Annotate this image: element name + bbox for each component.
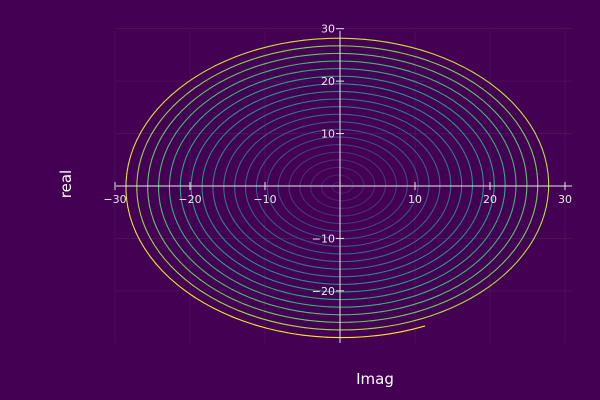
spiral-segment (136, 189, 138, 199)
spiral-segment (351, 336, 366, 338)
spiral-segment (352, 237, 358, 239)
spiral-segment (438, 175, 441, 181)
spiral-segment (349, 121, 357, 124)
y-tick-label: 20 (321, 75, 335, 88)
spiral-segment (316, 91, 326, 94)
spiral-segment (321, 259, 329, 262)
spiral-segment (317, 320, 330, 323)
spiral-segment (322, 252, 330, 254)
spiral-segment (356, 236, 362, 239)
spiral-segment (147, 173, 150, 183)
spiral-segment (353, 99, 362, 102)
spiral-segment (353, 129, 359, 132)
plot-background (0, 0, 600, 400)
spiral-segment (349, 313, 362, 316)
spiral-segment (350, 45, 364, 48)
spiral-segment (348, 75, 359, 78)
spiral-segment (223, 192, 226, 199)
spiral-segment (449, 174, 452, 180)
spiral-segment (245, 191, 247, 196)
spiral-segment (355, 122, 362, 125)
spiral-segment (525, 189, 528, 198)
spiral-segment (349, 68, 360, 71)
spiral-segment (234, 191, 237, 198)
spiral-segment (351, 260, 360, 262)
spiral-segment (352, 106, 360, 109)
spiral-segment (351, 137, 357, 140)
figure: −30 −20 −10 10 20 30 30 20 10 −10 −20 Imag real (0, 0, 600, 400)
spiral-segment (318, 122, 325, 124)
spiral-segment (355, 282, 365, 285)
spiral-segment (354, 244, 361, 247)
spiral-segment (190, 176, 193, 184)
spiral-segment (320, 298, 332, 300)
spiral-segment (350, 321, 363, 323)
spiral-segment (158, 174, 160, 183)
spiral-segment (318, 313, 331, 316)
x-tick-label: 10 (408, 193, 422, 206)
spiral-segment (503, 188, 506, 197)
y-tick-label: −10 (312, 232, 335, 245)
spiral-segment (319, 60, 331, 63)
spiral-segment (349, 305, 361, 308)
spiral-segment (234, 174, 237, 181)
spiral-segment (136, 173, 139, 183)
spiral-segment (147, 189, 149, 199)
y-axis-title: real (57, 170, 75, 198)
spiral-segment (320, 106, 328, 109)
x-tick-label: −30 (103, 193, 126, 206)
x-tick-label: 30 (558, 193, 572, 206)
x-tick-label: −10 (253, 193, 276, 206)
spiral-segment (536, 173, 539, 183)
spiral-segment (547, 189, 550, 200)
spiral-segment (179, 175, 182, 184)
spiral-segment (316, 114, 324, 117)
spiral-segment (324, 275, 334, 278)
spiral-segment (168, 175, 171, 184)
spiral-segment (536, 189, 539, 199)
spiral-segment (355, 138, 361, 140)
spiral-segment (347, 83, 358, 86)
spiral-segment (514, 188, 517, 198)
spiral-segment (212, 177, 215, 184)
y-tick-label: −20 (312, 285, 335, 298)
spiral-segment (315, 328, 329, 331)
spiral-segment (351, 114, 359, 117)
spiral-segment (316, 45, 330, 48)
y-tick-label: 30 (321, 23, 335, 36)
spiral-segment (547, 172, 550, 183)
spiral-segment (353, 267, 361, 270)
spiral-segment (525, 174, 528, 183)
spiral-segment (347, 91, 356, 93)
spiral-segment (351, 328, 365, 331)
spiral-segment (354, 275, 363, 277)
spiral-segment (201, 177, 204, 184)
spiral-segment (319, 305, 331, 308)
spiral-segment (315, 138, 321, 141)
spiral-segment (348, 129, 355, 132)
spiral-plot: −30 −20 −10 10 20 30 30 20 10 −10 −20 Imag real (0, 0, 600, 400)
spiral-segment (317, 53, 330, 55)
spiral-segment (320, 68, 331, 70)
x-axis-title: Imag (356, 370, 394, 388)
spiral-segment (319, 267, 327, 270)
spiral-segment (315, 37, 329, 40)
spiral-segment (471, 188, 473, 195)
spiral-segment (349, 60, 361, 63)
spiral-segment (460, 173, 462, 180)
spiral-segment (470, 172, 473, 179)
spiral-segment (438, 191, 440, 197)
spiral-segment (321, 114, 329, 116)
spiral-segment (350, 53, 363, 55)
spiral-segment (356, 251, 363, 254)
spiral-segment (318, 98, 327, 101)
spiral-segment (245, 176, 248, 181)
x-tick-label: −20 (178, 193, 201, 206)
spiral-segment (212, 193, 215, 200)
x-tick-label: 20 (483, 193, 497, 206)
y-tick-label: 10 (321, 128, 335, 141)
spiral-segment (357, 259, 366, 262)
